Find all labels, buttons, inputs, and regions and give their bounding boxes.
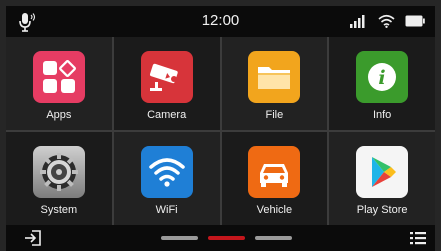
page-dot[interactable] bbox=[255, 236, 292, 240]
app-tile-vehicle[interactable]: Vehicle bbox=[221, 132, 328, 225]
battery-icon bbox=[405, 15, 425, 27]
bottom-nav-bar bbox=[6, 225, 435, 251]
page-indicator bbox=[161, 236, 292, 240]
app-label: WiFi bbox=[155, 204, 178, 216]
app-tile-apps[interactable]: Apps bbox=[6, 37, 112, 130]
play-store-icon bbox=[356, 146, 409, 198]
page-dot[interactable] bbox=[161, 236, 198, 240]
app-label: Vehicle bbox=[256, 204, 293, 216]
app-label: File bbox=[265, 109, 284, 121]
security-camera-icon bbox=[140, 51, 193, 103]
app-label: Info bbox=[372, 109, 392, 121]
car-icon bbox=[248, 146, 301, 198]
app-tile-wifi[interactable]: WiFi bbox=[113, 132, 220, 225]
app-tile-camera[interactable]: Camera bbox=[113, 37, 220, 130]
folder-icon bbox=[248, 51, 301, 103]
app-label: Apps bbox=[46, 109, 72, 121]
home-screen: 12:00 Apps Camera File i Info System WiF… bbox=[0, 0, 441, 251]
apps-icon bbox=[32, 51, 85, 103]
app-label: System bbox=[40, 204, 78, 216]
app-tile-info[interactable]: i Info bbox=[329, 37, 435, 130]
app-tile-play-store[interactable]: Play Store bbox=[329, 132, 435, 225]
wifi-icon bbox=[378, 14, 395, 28]
gear-icon bbox=[32, 146, 85, 198]
status-bar: 12:00 bbox=[6, 6, 435, 37]
menu-list-icon[interactable] bbox=[409, 230, 427, 246]
exit-icon[interactable] bbox=[24, 230, 42, 246]
app-label: Play Store bbox=[356, 204, 408, 216]
app-grid: Apps Camera File i Info System WiFi Vehi… bbox=[6, 37, 435, 225]
app-label: Camera bbox=[147, 109, 187, 121]
app-tile-file[interactable]: File bbox=[221, 37, 328, 130]
info-icon: i bbox=[356, 51, 409, 103]
wifi-icon bbox=[140, 146, 193, 198]
svg-text:i: i bbox=[379, 67, 386, 89]
cellular-signal-icon bbox=[350, 15, 365, 28]
app-tile-system[interactable]: System bbox=[6, 132, 112, 225]
page-dot-active[interactable] bbox=[208, 236, 245, 240]
